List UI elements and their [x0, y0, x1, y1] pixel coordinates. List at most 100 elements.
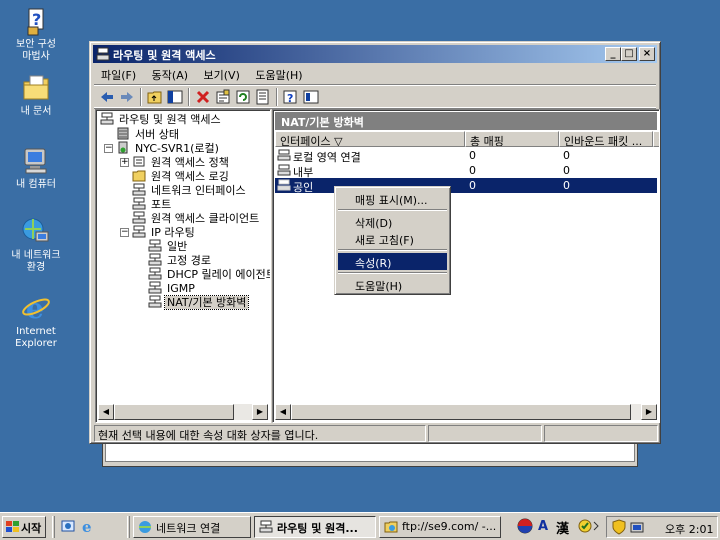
- refresh-icon[interactable]: [234, 88, 252, 106]
- column-header-inbound-packets[interactable]: 인바운드 패킷 ...: [559, 131, 653, 147]
- scroll-thumb[interactable]: [291, 404, 631, 420]
- properties-icon[interactable]: [214, 88, 232, 106]
- collapse-icon[interactable]: −: [120, 228, 129, 237]
- status-text: 현재 선택 내용에 대한 속성 대화 상자를 엽니다.: [94, 425, 426, 442]
- scroll-thumb[interactable]: [114, 404, 234, 420]
- security-shield-icon[interactable]: [611, 519, 627, 535]
- console-tree-icon[interactable]: [302, 88, 320, 106]
- desktop-icon-my-computer[interactable]: 내 컴퓨터: [0, 145, 72, 191]
- tree-node-network-interfaces[interactable]: 네트워크 인터페이스: [132, 183, 248, 198]
- server-icon: [116, 141, 130, 154]
- back-arrow-icon[interactable]: [98, 88, 116, 106]
- up-folder-icon[interactable]: [146, 88, 164, 106]
- export-list-icon[interactable]: [254, 88, 272, 106]
- tree-node-remote-access-policy[interactable]: 원격 액세스 정책: [132, 155, 231, 170]
- server-status-icon: [116, 127, 130, 140]
- menu-item-properties[interactable]: 속성(R): [338, 253, 447, 270]
- folder-icon: [132, 169, 146, 182]
- tree-node-igmp[interactable]: IGMP: [148, 281, 197, 296]
- forward-arrow-icon[interactable]: [118, 88, 136, 106]
- menu-view[interactable]: 보기(V): [197, 65, 245, 83]
- clock[interactable]: 오후 2:01: [665, 521, 713, 537]
- tree-node-root[interactable]: 라우팅 및 원격 액세스: [100, 112, 223, 127]
- desktop-icon-my-documents[interactable]: 내 문서: [0, 72, 72, 118]
- tree-horizontal-scrollbar[interactable]: ◀ ▶: [98, 404, 268, 420]
- ime-mode-hanja[interactable]: 漢: [556, 518, 569, 537]
- column-header-more[interactable]: (: [653, 131, 659, 147]
- delete-icon[interactable]: [194, 88, 212, 106]
- network-interface-icon: [132, 183, 146, 196]
- tree-node-static-routes[interactable]: 고정 경로: [148, 253, 213, 268]
- collapse-icon[interactable]: −: [104, 144, 113, 153]
- help-icon[interactable]: ?: [282, 88, 300, 106]
- tree-node-remote-access-logging[interactable]: 원격 액세스 로깅: [132, 169, 231, 184]
- minimize-button[interactable]: _: [605, 47, 621, 61]
- internet-explorer-icon[interactable]: e: [80, 518, 96, 536]
- desktop-icon-my-network[interactable]: 내 네트워크 환경: [0, 216, 72, 274]
- security-wizard-icon: ?: [20, 5, 52, 37]
- status-pane-2: [428, 425, 542, 442]
- table-row[interactable]: 로컬 영역 연결 0 0: [275, 148, 657, 164]
- table-row[interactable]: 내부 0 0: [275, 163, 657, 179]
- menu-item-refresh[interactable]: 새로 고침(F): [338, 230, 447, 247]
- menu-help[interactable]: 도움말(H): [248, 65, 307, 83]
- svg-text:?: ?: [287, 92, 293, 105]
- background-window[interactable]: [102, 440, 638, 467]
- static-routes-icon: [148, 253, 162, 266]
- menu-item-help[interactable]: 도움말(H): [338, 276, 447, 293]
- general-icon: [148, 239, 162, 252]
- task-ftp-browser[interactable]: ftp://se9.com/ -...: [379, 516, 501, 538]
- details-header: NAT/기본 방화벽: [275, 112, 657, 130]
- network-tray-icon[interactable]: [629, 519, 645, 535]
- details-horizontal-scrollbar[interactable]: ◀ ▶: [275, 404, 657, 420]
- tree-node-remote-access-clients[interactable]: 원격 액세스 클라이언트: [132, 211, 261, 226]
- desktop-icon-label: 내 컴퓨터: [16, 179, 56, 190]
- expand-icon[interactable]: +: [120, 158, 129, 167]
- tree-node-nat-firewall[interactable]: NAT/기본 방화벽: [148, 295, 250, 310]
- language-indicator-icon[interactable]: [517, 518, 533, 534]
- tree-node-general[interactable]: 일반: [148, 239, 189, 254]
- desktop-icon-label: 내 네트워크 환경: [11, 250, 61, 273]
- toolbar: ?: [94, 84, 656, 108]
- title-bar[interactable]: 라우팅 및 원격 액세스 _ □ ×: [93, 45, 657, 63]
- table-row-selected[interactable]: 공인 0 0: [275, 178, 657, 194]
- task-network-connections[interactable]: 네트워크 연결: [133, 516, 251, 538]
- desktop-icon-internet-explorer[interactable]: e Internet Explorer: [0, 292, 72, 350]
- ime-mode-alpha[interactable]: A: [538, 519, 548, 534]
- tree-node-server-status[interactable]: 서버 상태: [116, 127, 181, 142]
- clients-icon: [132, 211, 146, 224]
- details-pane[interactable]: NAT/기본 방화벽 인터페이스 ▽ 총 매핑 인바운드 패킷 ... ( 로컬…: [272, 109, 660, 423]
- tree-node-dhcp-relay[interactable]: DHCP 릴레이 에이전트: [148, 267, 270, 282]
- internet-explorer-icon: e: [20, 292, 52, 325]
- tree-node-ip-routing[interactable]: IP 라우팅: [132, 225, 197, 240]
- menu-action[interactable]: 동작(A): [145, 65, 193, 83]
- svg-text:?: ?: [32, 10, 41, 29]
- rras-root-icon: [100, 112, 114, 125]
- menu-item-delete[interactable]: 삭제(D): [338, 213, 447, 230]
- close-button[interactable]: ×: [639, 47, 655, 61]
- maximize-button[interactable]: □: [621, 47, 637, 61]
- menu-bar: 파일(F) 동작(A) 보기(V) 도움말(H): [94, 65, 656, 83]
- tree-node-server[interactable]: NYC-SVR1(로컬): [116, 141, 221, 156]
- ime-settings-icon[interactable]: [577, 518, 593, 534]
- tree-node-ports[interactable]: 포트: [132, 197, 173, 212]
- console-tree[interactable]: 라우팅 및 원격 액세스 서버 상태 − NYC-SVR1(로컬) + 원격 액…: [95, 109, 271, 423]
- scroll-right-icon[interactable]: ▶: [641, 404, 657, 420]
- column-header-interface[interactable]: 인터페이스 ▽: [275, 131, 465, 147]
- start-button[interactable]: 시작: [2, 516, 46, 538]
- nat-firewall-icon: [148, 295, 162, 308]
- menu-file[interactable]: 파일(F): [94, 65, 141, 83]
- dhcp-relay-icon: [148, 267, 162, 280]
- scroll-right-icon[interactable]: ▶: [252, 404, 268, 420]
- task-rras[interactable]: 라우팅 및 원격...: [254, 516, 376, 538]
- ftp-folder-icon: [384, 520, 398, 537]
- menu-item-show-mappings[interactable]: 매핑 표시(M)...: [338, 190, 447, 207]
- show-desktop-icon[interactable]: [60, 518, 76, 534]
- scroll-left-icon[interactable]: ◀: [275, 404, 291, 420]
- desktop-icon-security-wizard[interactable]: ? 보안 구성 마법사: [0, 5, 72, 63]
- scroll-left-icon[interactable]: ◀: [98, 404, 114, 420]
- show-hide-tree-icon[interactable]: [166, 88, 184, 106]
- column-header-total-mappings[interactable]: 총 매핑: [465, 131, 559, 147]
- system-tray: 오후 2:01: [606, 516, 718, 538]
- my-computer-icon: [20, 145, 52, 177]
